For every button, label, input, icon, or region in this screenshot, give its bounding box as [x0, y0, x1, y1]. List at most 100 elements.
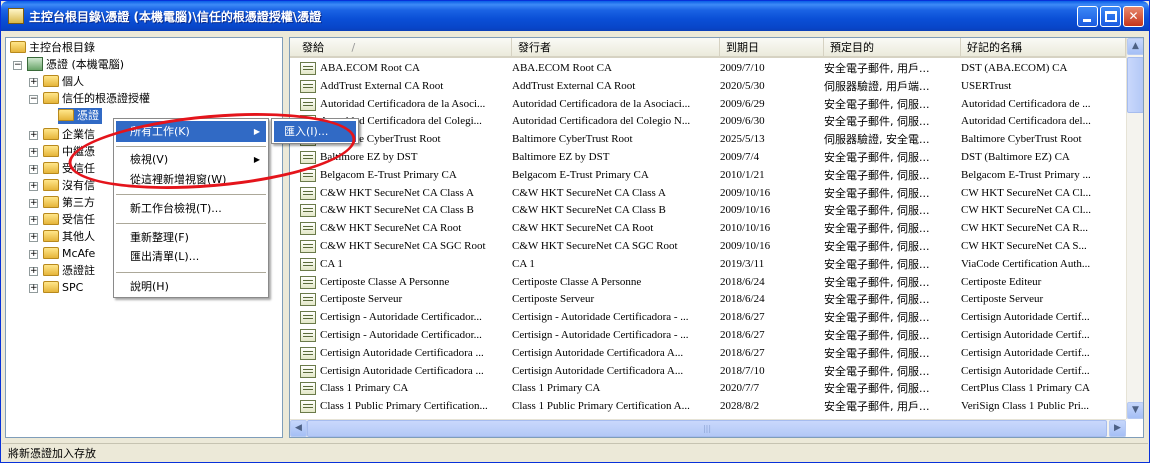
table-row[interactable]: ABA.ECOM Root CA ABA.ECOM Root CA 2009/7/1…: [290, 60, 1126, 77]
scroll-down-button[interactable]: ▼: [1127, 402, 1143, 419]
table-row[interactable]: Certiposte Serveur Certiposte Serveur 2018…: [290, 291, 1126, 308]
table-row[interactable]: Class 1 Primary CA Class 1 Primary CA 2020…: [290, 380, 1126, 397]
expand-icon[interactable]: +: [29, 182, 38, 191]
table-cell: Certisign - Autoridade Certificadora - .…: [512, 311, 689, 324]
menu-item-label: 重新整理(F): [130, 231, 189, 244]
tree-item-other-people[interactable]: + 其他人: [26, 229, 95, 245]
table-cell: Certisign Autoridade Certificadora A...: [512, 364, 684, 377]
title-bar[interactable]: 主控台根目錄\憑證 (本機電腦)\信任的根憑證授權\憑證 ✕: [1, 1, 1149, 31]
menu-item-import[interactable]: 匯入(I)...: [274, 121, 356, 142]
table-cell: 2010/10/16: [720, 222, 771, 235]
folder-icon: [43, 230, 59, 242]
expand-icon[interactable]: +: [29, 199, 38, 208]
mmc-app-icon[interactable]: [8, 8, 24, 24]
expand-icon[interactable]: +: [29, 267, 38, 276]
table-cell: 安全電子郵件, 伺服...: [824, 311, 930, 325]
certificate-icon: [300, 151, 316, 164]
column-header-intended-purposes[interactable]: 預定目的: [824, 38, 961, 58]
table-cell: Class 1 Primary CA: [320, 382, 409, 395]
table-row[interactable]: CA 1 CA 1 2019/3/11 安全電子郵件, 伺服... ViaCode Ce…: [290, 256, 1126, 273]
expand-icon[interactable]: +: [29, 131, 38, 140]
table-row[interactable]: AddTrust External CA Root AddTrust Extern…: [290, 78, 1126, 95]
scroll-right-button[interactable]: ▶: [1109, 420, 1126, 437]
expand-icon[interactable]: +: [29, 78, 38, 87]
tree-item-enterprise-trust[interactable]: + 企業信: [26, 127, 95, 143]
context-menu: 所有工作(K) ▶ 檢視(V) ▶ 從這裡新增視窗(W) 新工作台檢視(T)..…: [113, 118, 269, 298]
tree-item-label: 中繼憑: [62, 145, 95, 158]
table-row[interactable]: Certiposte Classe A Personne Certiposte C…: [290, 274, 1126, 291]
column-header-friendly-name[interactable]: 好記的名稱: [961, 38, 1126, 58]
menu-item-view[interactable]: 檢視(V) ▶: [116, 149, 266, 170]
column-header-issued-by[interactable]: 發行者: [512, 38, 720, 58]
column-header-issued-to[interactable]: 發給 /: [290, 38, 512, 58]
expand-icon[interactable]: +: [29, 148, 38, 157]
table-cell: 安全電子郵件, 用戶...: [824, 400, 930, 414]
table-row[interactable]: Certisign - Autoridade Certificador... Ce…: [290, 309, 1126, 326]
vertical-scroll-thumb[interactable]: [1127, 57, 1143, 113]
menu-item-label: 從這裡新增視窗(W): [130, 173, 227, 186]
table-row[interactable]: C&W HKT SecureNet CA Class B C&W HKT Secu…: [290, 202, 1126, 219]
certificate-list[interactable]: 發給 / 發行者 到期日 預定目的 好記的名稱 ABA.ECOM Root CA…: [289, 37, 1144, 438]
table-row[interactable]: C&W HKT SecureNet CA Class A C&W HKT Secu…: [290, 185, 1126, 202]
scroll-up-button[interactable]: ▲: [1127, 38, 1143, 55]
expand-icon[interactable]: +: [29, 216, 38, 225]
table-row[interactable]: Autoridad Certificadora de la Asoci... Au…: [290, 96, 1126, 113]
table-row[interactable]: Certisign Autoridade Certificadora ... Ce…: [290, 345, 1126, 362]
table-cell: 安全電子郵件, 伺服...: [824, 329, 930, 342]
expand-icon[interactable]: +: [29, 250, 38, 259]
menu-item-new-taskpad-view[interactable]: 新工作台檢視(T)...: [116, 198, 266, 219]
collapse-icon[interactable]: −: [29, 95, 38, 104]
table-row[interactable]: Certisign - Autoridade Certificador... Ce…: [290, 327, 1126, 344]
expand-icon[interactable]: +: [29, 165, 38, 174]
menu-item-new-window-from-here[interactable]: 從這裡新增視窗(W): [116, 169, 266, 190]
column-header-expiration[interactable]: 到期日: [720, 38, 824, 58]
vertical-scrollbar[interactable]: ▲ ▼: [1126, 38, 1143, 419]
tree-item-certificate-enrollment[interactable]: + 憑證註: [26, 263, 95, 279]
tree-item-trusted-publishers[interactable]: + 受信任: [26, 161, 95, 177]
table-cell: Certisign Autoridade Certificadora ...: [320, 346, 484, 359]
tree-item-untrusted[interactable]: + 沒有信: [26, 178, 95, 194]
table-row[interactable]: Baltimore CyberTrust Root Baltimore Cyber…: [290, 131, 1126, 148]
window-title: 主控台根目錄\憑證 (本機電腦)\信任的根憑證授權\憑證: [29, 10, 322, 24]
menu-item-export-list[interactable]: 匯出清單(L)...: [116, 246, 266, 267]
certificate-icon: [300, 275, 316, 289]
expand-icon[interactable]: +: [29, 233, 38, 242]
folder-open-icon: [58, 109, 74, 121]
table-cell: 安全電子郵件, 伺服...: [824, 364, 930, 378]
table-row[interactable]: Baltimore EZ by DST Baltimore EZ by DST 20…: [290, 149, 1126, 166]
scroll-left-button[interactable]: ◀: [290, 420, 307, 437]
close-button[interactable]: ✕: [1123, 6, 1144, 27]
maximize-button[interactable]: [1100, 6, 1121, 27]
tree-item-trusted-people[interactable]: + 受信任: [26, 212, 95, 228]
tree-item-third-party-root[interactable]: + 第三方: [26, 195, 95, 211]
tree-item-personal[interactable]: + 個人: [26, 74, 84, 90]
tree-item-console-root[interactable]: 主控台根目錄: [10, 40, 95, 56]
expand-icon[interactable]: +: [29, 284, 38, 293]
table-cell: Autoridad Certificadora del...: [961, 115, 1091, 128]
tree-item-mcafee[interactable]: + McAfe: [26, 246, 95, 262]
menu-item-help[interactable]: 說明(H): [116, 276, 266, 297]
tree-item-certificates-local-computer[interactable]: − 憑證 (本機電腦): [10, 57, 124, 73]
table-row[interactable]: Certisign Autoridade Certificadora ... Ce…: [290, 363, 1126, 380]
tree-item-trusted-root-ca[interactable]: − 信任的根憑證授權: [26, 91, 150, 107]
horizontal-scroll-thumb[interactable]: |||: [307, 420, 1107, 437]
table-row[interactable]: C&W HKT SecureNet CA SGC Root C&W HKT Sec…: [290, 238, 1126, 255]
folder-icon: [43, 179, 59, 191]
tree-item-certificates[interactable]: 憑證: [58, 108, 102, 124]
table-cell: 伺服器驗證, 安全電...: [824, 133, 930, 147]
folder-icon: [43, 281, 59, 293]
table-row[interactable]: Belgacom E-Trust Primary CA Belgacom E-Tr…: [290, 167, 1126, 184]
table-row[interactable]: Autoridad Certificadora del Colegi... Aut…: [290, 113, 1126, 130]
menu-item-refresh[interactable]: 重新整理(F): [116, 227, 266, 248]
tree-item-spc[interactable]: + SPC: [26, 280, 83, 296]
table-row[interactable]: Class 1 Public Primary Certification... C…: [290, 398, 1126, 415]
certificate-icon: [300, 346, 316, 360]
folder-icon: [43, 162, 59, 174]
minimize-button[interactable]: [1077, 6, 1098, 27]
collapse-icon[interactable]: −: [13, 61, 22, 70]
table-cell: Class 1 Primary CA: [512, 382, 601, 395]
table-row[interactable]: C&W HKT SecureNet CA Root C&W HKT SecureN…: [290, 220, 1126, 237]
horizontal-scrollbar[interactable]: ◀ ||| ▶: [290, 419, 1126, 437]
menu-item-all-tasks[interactable]: 所有工作(K) ▶: [116, 121, 266, 142]
tree-item-intermediate-ca[interactable]: + 中繼憑: [26, 144, 95, 160]
